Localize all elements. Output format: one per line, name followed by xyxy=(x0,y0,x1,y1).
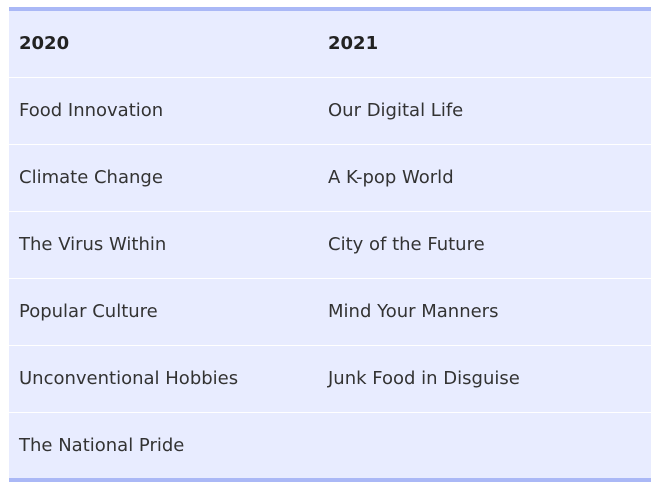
header-2021: 2021 xyxy=(318,11,651,78)
table-row: The National Pride xyxy=(9,413,651,480)
table-row: Unconventional Hobbies Junk Food in Disg… xyxy=(9,345,651,413)
table-row: Popular Culture Mind Your Manners xyxy=(9,278,651,346)
cell-2020: Popular Culture xyxy=(9,278,318,346)
topics-table-grid: 2020 2021 Food Innovation Our Digital Li… xyxy=(9,11,651,479)
cell-2021: A K-pop World xyxy=(318,144,651,212)
table-header-row: 2020 2021 xyxy=(9,11,651,78)
table-row: Food Innovation Our Digital Life xyxy=(9,77,651,145)
cell-2020: The Virus Within xyxy=(9,211,318,279)
cell-2020: Food Innovation xyxy=(9,77,318,145)
cell-2021: City of the Future xyxy=(318,211,651,279)
cell-2020: Unconventional Hobbies xyxy=(9,345,318,413)
cell-2021 xyxy=(318,413,651,480)
header-2020: 2020 xyxy=(9,11,318,78)
cell-2021: Mind Your Manners xyxy=(318,278,651,346)
topics-table: 2020 2021 Food Innovation Our Digital Li… xyxy=(9,7,651,482)
cell-2021: Our Digital Life xyxy=(318,77,651,145)
cell-2020: The National Pride xyxy=(19,435,185,456)
table-row: The Virus Within City of the Future xyxy=(9,211,651,279)
cell-2020: Climate Change xyxy=(9,144,318,212)
cell-2021: Junk Food in Disguise xyxy=(318,345,651,413)
table-row: Climate Change A K-pop World xyxy=(9,144,651,212)
